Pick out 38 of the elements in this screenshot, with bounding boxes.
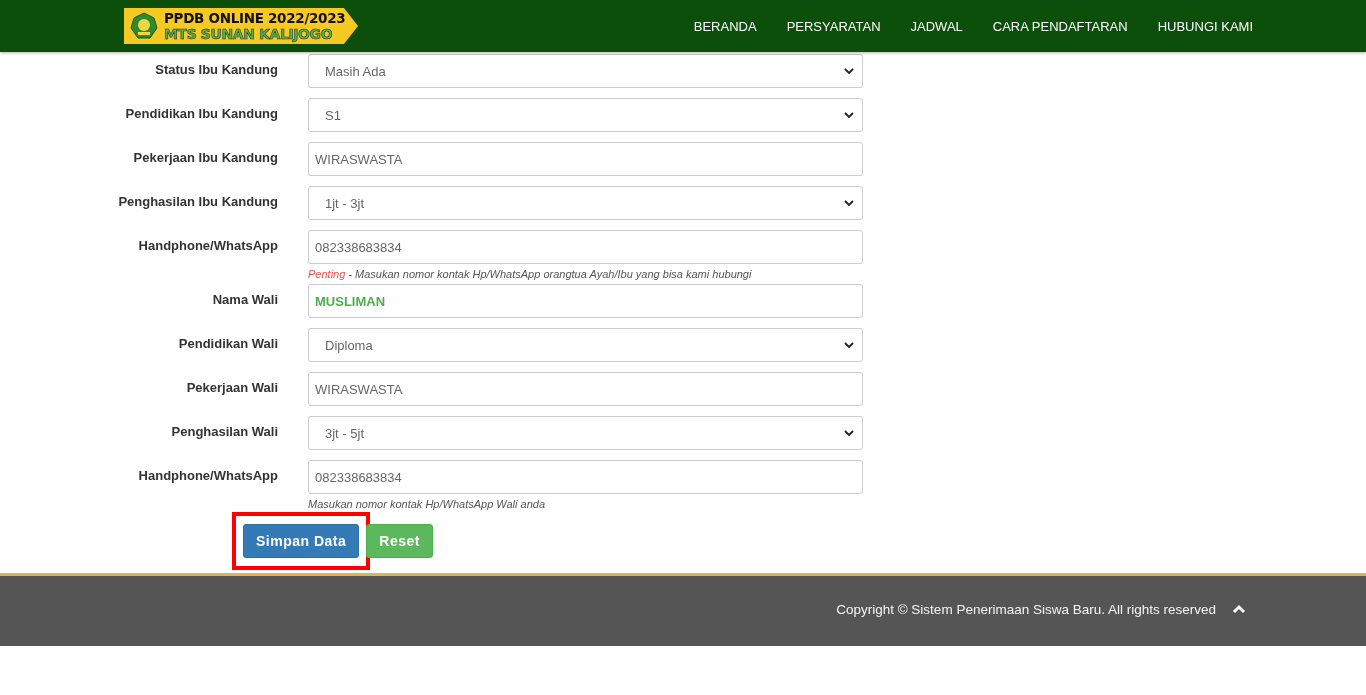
chevron-down-icon — [844, 341, 854, 349]
input-field[interactable]: WIRASWASTA — [308, 142, 863, 176]
field-label: Penghasilan Ibu Kandung — [118, 194, 278, 211]
field-label: Nama Wali — [212, 292, 278, 309]
save-button[interactable]: Simpan Data — [243, 524, 360, 558]
input-field[interactable]: 082338683834 — [308, 460, 863, 494]
help-text: Masukan nomor kontak Hp/WhatsApp Wali anda — [308, 497, 547, 512]
logo-subtitle: MTS SUNAN KALIJOGO — [164, 26, 334, 42]
chevron-up-icon[interactable] — [1232, 604, 1246, 614]
field-label: Status Ibu Kandung — [155, 62, 278, 79]
input-field[interactable]: WIRASWASTA — [308, 372, 863, 406]
chevron-down-icon — [844, 67, 854, 75]
chevron-down-icon — [844, 199, 854, 207]
logo-banner[interactable]: PPDB ONLINE 2022/2023 MTS SUNAN KALIJOGO — [124, 8, 358, 44]
field-label: Handphone/WhatsApp — [138, 468, 278, 485]
field-label: Pendidikan Ibu Kandung — [125, 106, 278, 123]
nav-link[interactable]: BERANDA — [693, 18, 757, 34]
nav-link[interactable]: HUBUNGI KAMI — [1157, 18, 1253, 34]
select-field[interactable]: S1 — [308, 98, 863, 132]
input-field[interactable]: 082338683834 — [308, 230, 863, 264]
field-label: Pekerjaan Ibu Kandung — [133, 150, 278, 167]
help-text: Penting - Masukan nomor kontak Hp/WhatsApp orangtua Ayah/Ibu yang bisa kami hubungi — [308, 267, 753, 282]
field-label: Pendidikan Wali — [178, 336, 278, 353]
nav-link[interactable]: PERSYARATAN — [786, 18, 881, 34]
select-field[interactable]: Masih Ada — [308, 54, 863, 88]
copyright-text: Copyright © Sistem Penerimaan Siswa Baru. All rights reserved — [836, 601, 1216, 617]
select-field[interactable]: Diploma — [308, 328, 863, 362]
field-label: Penghasilan Wali — [171, 424, 278, 441]
logo-title: PPDB ONLINE 2022/2023 — [164, 10, 346, 26]
field-label: Pekerjaan Wali — [186, 380, 278, 397]
nav-link[interactable]: CARA PENDAFTARAN — [992, 18, 1128, 34]
emblem-icon — [130, 12, 158, 40]
select-field[interactable]: 3jt - 5jt — [308, 416, 863, 450]
select-field[interactable]: 1jt - 3jt — [308, 186, 863, 220]
chevron-down-icon — [844, 111, 854, 119]
chevron-down-icon — [844, 429, 854, 437]
nav-link[interactable]: JADWAL — [910, 18, 963, 34]
field-label: Handphone/WhatsApp — [138, 238, 278, 255]
